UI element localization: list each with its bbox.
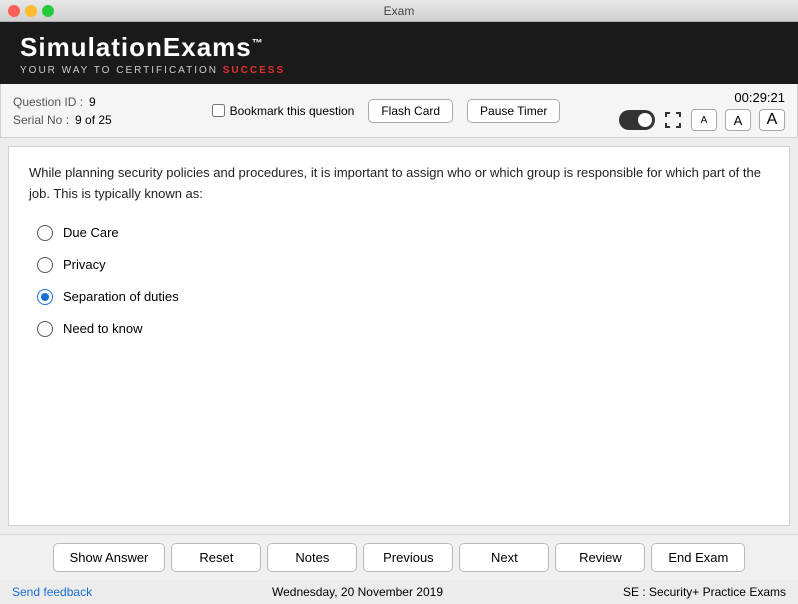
icon-row: A A A — [619, 109, 785, 131]
reset-button[interactable]: Reset — [171, 543, 261, 572]
timer-display: 00:29:21 — [734, 90, 785, 105]
end-exam-button[interactable]: End Exam — [651, 543, 745, 572]
question-meta: Question ID : 9 Serial No : 9 of 25 — [13, 95, 153, 127]
brand-name: SimulationExams™ — [20, 32, 778, 63]
option-item-c[interactable]: Separation of duties — [37, 289, 769, 305]
footer: Send feedback Wednesday, 20 November 201… — [0, 580, 798, 604]
option-item-b[interactable]: Privacy — [37, 257, 769, 273]
font-size-medium-button[interactable]: A — [725, 109, 751, 131]
question-text: While planning security policies and pro… — [29, 163, 769, 205]
fullscreen-icon[interactable] — [663, 110, 683, 130]
info-right: 00:29:21 A A A — [619, 90, 785, 131]
feedback-link[interactable]: Send feedback — [12, 585, 92, 599]
footer-date: Wednesday, 20 November 2019 — [272, 585, 443, 599]
window-title: Exam — [384, 4, 415, 18]
serial-no-value: 9 of 25 — [75, 113, 112, 127]
bookmark-checkbox[interactable] — [212, 104, 225, 117]
brand-tagline: YOUR WAY TO CERTIFICATION SUCCESS — [20, 65, 778, 76]
option-label-d: Need to know — [63, 321, 143, 336]
serial-no-row: Serial No : 9 of 25 — [13, 113, 153, 127]
pause-timer-button[interactable]: Pause Timer — [467, 99, 560, 123]
previous-button[interactable]: Previous — [363, 543, 453, 572]
font-size-large-button[interactable]: A — [759, 109, 785, 131]
main-content-area: While planning security policies and pro… — [8, 146, 790, 526]
serial-no-label: Serial No : — [13, 113, 69, 127]
option-item-a[interactable]: Due Care — [37, 225, 769, 241]
question-id-label: Question ID : — [13, 95, 83, 109]
next-button[interactable]: Next — [459, 543, 549, 572]
close-button[interactable] — [8, 5, 20, 17]
bottom-nav: Show Answer Reset Notes Previous Next Re… — [0, 534, 798, 580]
bookmark-label: Bookmark this question — [230, 104, 355, 118]
option-item-d[interactable]: Need to know — [37, 321, 769, 337]
title-bar: Exam — [0, 0, 798, 22]
maximize-button[interactable] — [42, 5, 54, 17]
question-id-value: 9 — [89, 95, 96, 109]
flash-card-button[interactable]: Flash Card — [368, 99, 453, 123]
window-controls[interactable] — [8, 5, 54, 17]
bookmark-area[interactable]: Bookmark this question — [212, 104, 355, 118]
brand-header: SimulationExams™ YOUR WAY TO CERTIFICATI… — [0, 22, 798, 84]
option-label-a: Due Care — [63, 225, 119, 240]
option-label-c: Separation of duties — [63, 289, 179, 304]
toggle-switch[interactable] — [619, 110, 655, 130]
notes-button[interactable]: Notes — [267, 543, 357, 572]
minimize-button[interactable] — [25, 5, 37, 17]
question-info-bar: Question ID : 9 Serial No : 9 of 25 Book… — [0, 84, 798, 138]
question-id-row: Question ID : 9 — [13, 95, 153, 109]
options-list: Due Care Privacy Separation of duties Need … — [29, 225, 769, 337]
radio-d[interactable] — [37, 321, 53, 337]
font-size-small-button[interactable]: A — [691, 109, 717, 131]
footer-product: SE : Security+ Practice Exams — [623, 585, 786, 599]
review-button[interactable]: Review — [555, 543, 645, 572]
radio-a[interactable] — [37, 225, 53, 241]
show-answer-button[interactable]: Show Answer — [53, 543, 166, 572]
info-center: Bookmark this question Flash Card Pause … — [163, 99, 609, 123]
option-label-b: Privacy — [63, 257, 106, 272]
radio-c[interactable] — [37, 289, 53, 305]
radio-b[interactable] — [37, 257, 53, 273]
